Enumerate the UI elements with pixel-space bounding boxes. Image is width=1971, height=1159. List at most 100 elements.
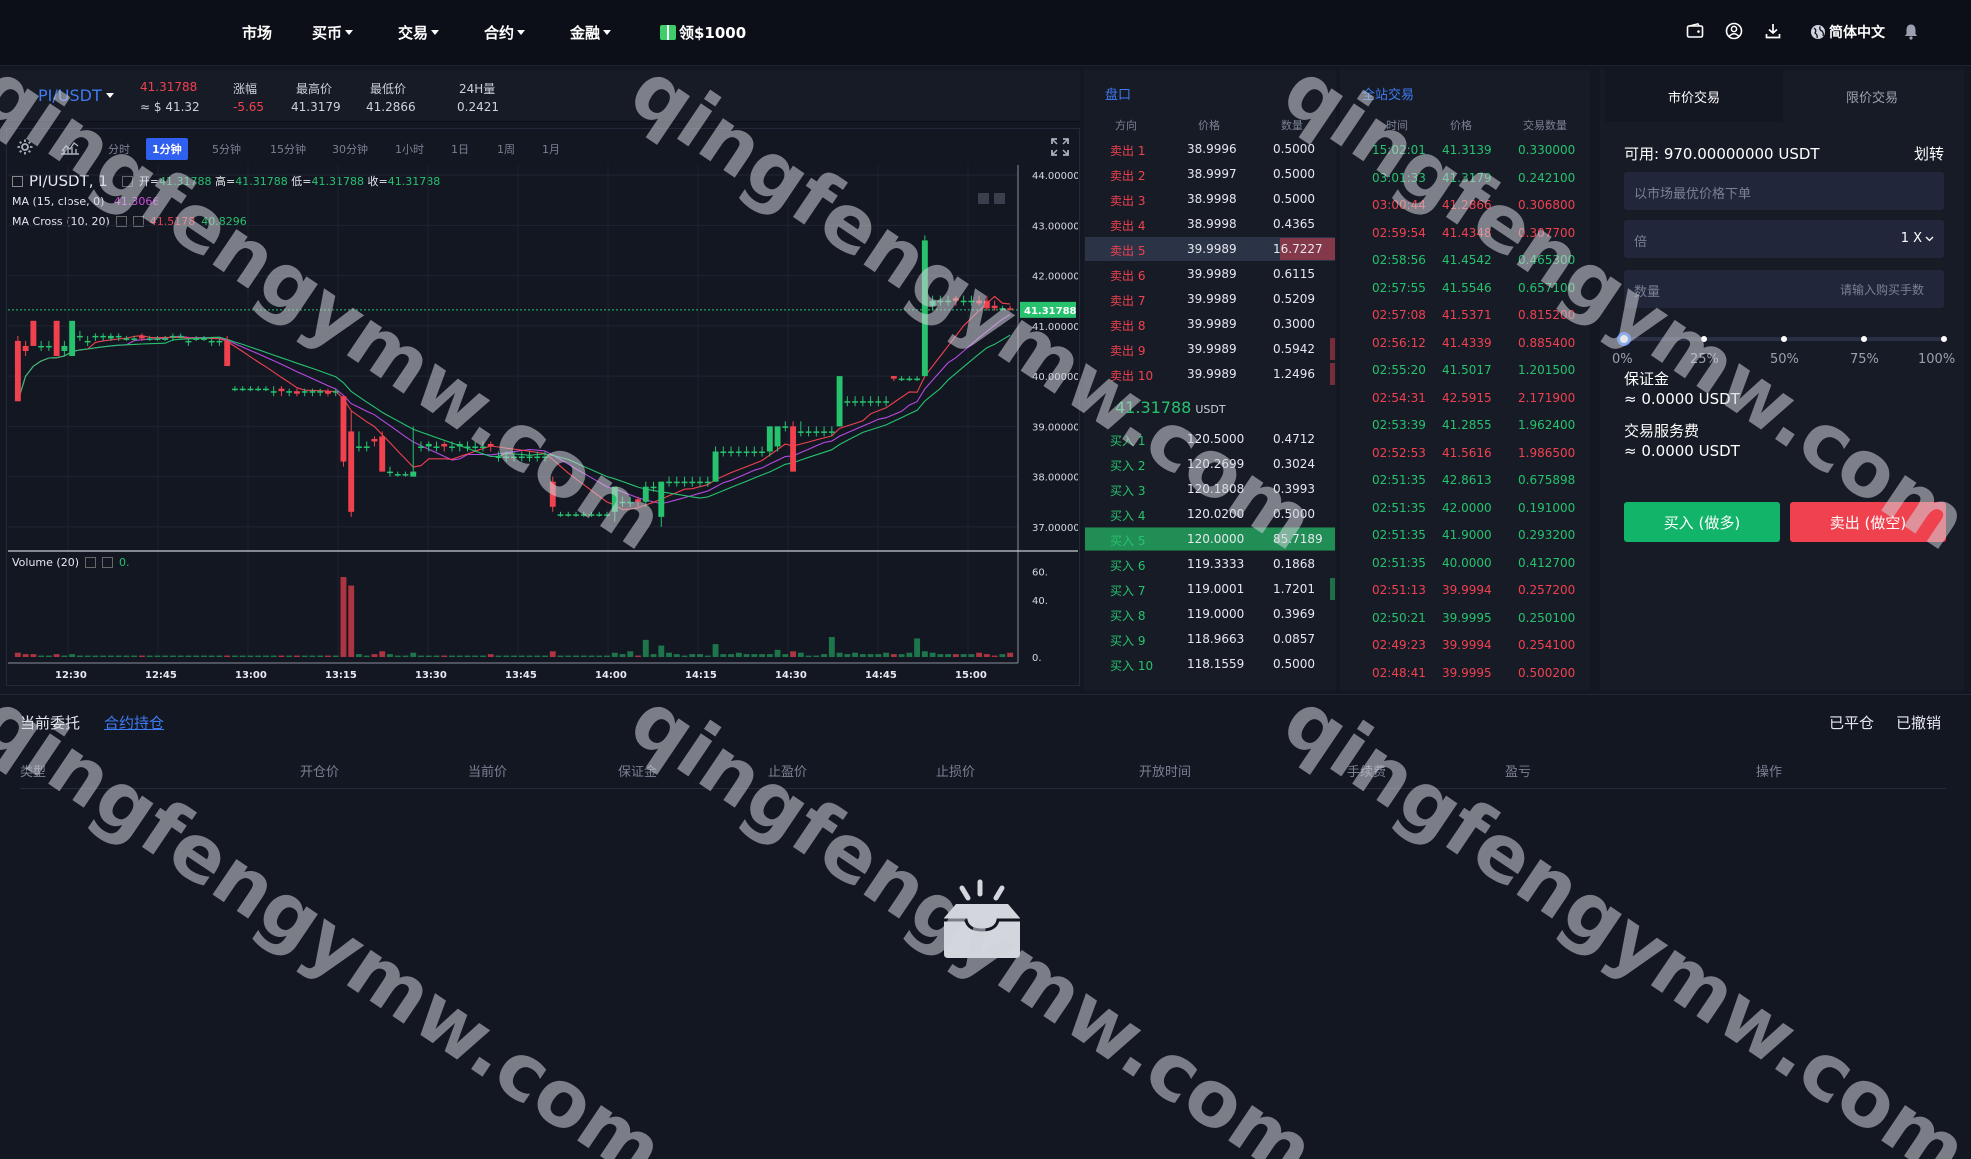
col-take-profit: 止盈价 [768, 765, 808, 780]
candle-body [689, 481, 696, 484]
tab-current-orders[interactable]: 当前委托 [20, 712, 80, 733]
slider-mark-25pct[interactable] [1701, 336, 1707, 342]
bid-row[interactable]: 买入 4 120.0200 0.5000 [1085, 502, 1335, 526]
download-icon[interactable] [1764, 22, 1782, 40]
bid-row[interactable]: 买入 10 118.1559 0.5000 [1085, 652, 1335, 676]
trade-time: 02:51:35 [1372, 500, 1426, 515]
trade-qty: 0.191000 [1518, 500, 1576, 515]
volume-bar [805, 655, 812, 657]
ask-row[interactable]: 卖出 8 39.9989 0.3000 [1085, 312, 1335, 336]
volume-bar [929, 652, 936, 657]
volume-bar [76, 655, 83, 657]
orderbook-qty: 0.1868 [1273, 557, 1315, 571]
timeframe-1hour[interactable]: 1小时 [389, 138, 430, 160]
orderbook-qty: 0.5000 [1273, 192, 1315, 206]
price-input[interactable]: 以市场最优价格下单 [1624, 172, 1944, 210]
wallet-icon[interactable] [1686, 22, 1704, 40]
bid-row[interactable]: 买入 2 120.2699 0.3024 [1085, 452, 1335, 476]
trade-qty: 2.171900 [1518, 390, 1576, 405]
candle-body [914, 378, 921, 381]
candle-body [681, 481, 688, 484]
pair-selector[interactable]: PI/USDT [38, 86, 114, 105]
col-pnl: 盈亏 [1505, 765, 1532, 780]
fullscreen-icon[interactable] [1050, 137, 1070, 161]
nav-market[interactable]: 市场 [242, 22, 272, 43]
timeframe-1week[interactable]: 1周 [491, 138, 521, 160]
candle-body [115, 335, 122, 338]
bid-row[interactable]: 买入 9 118.9663 0.0857 [1085, 627, 1335, 651]
ask-row[interactable]: 卖出 6 39.9989 0.6115 [1085, 262, 1335, 286]
sell-short-button[interactable]: 卖出 (做空) [1790, 502, 1946, 542]
candlestick-chart[interactable]: 44.00000 43.00000 42.00000 41.00000 40.00000… [8, 165, 1078, 685]
chart-settings-icon[interactable] [16, 138, 34, 160]
candle-body [185, 340, 192, 343]
trades-title[interactable]: 全站交易 [1362, 84, 1414, 103]
tab-contract-positions[interactable]: 合约持仓 [104, 712, 164, 733]
nav-trade[interactable]: 交易 [398, 22, 440, 43]
slider-mark-75pct[interactable] [1861, 336, 1867, 342]
ask-row[interactable]: 卖出 4 38.9998 0.4365 [1085, 212, 1335, 236]
trade-qty: 0.307700 [1518, 225, 1576, 240]
ask-row[interactable]: 卖出 7 39.9989 0.5209 [1085, 287, 1335, 311]
timeframe-5min[interactable]: 5分钟 [206, 138, 247, 160]
volume-bar [185, 655, 192, 657]
bid-row[interactable]: 买入 3 120.1808 0.3993 [1085, 477, 1335, 501]
orderbook-title[interactable]: 盘口 [1105, 84, 1131, 103]
orderbook-qty: 0.3969 [1273, 607, 1315, 621]
buy-long-button[interactable]: 买入 (做多) [1624, 502, 1780, 542]
leverage-select[interactable]: 倍 1 X [1624, 220, 1944, 258]
ask-row[interactable]: 卖出 9 39.9989 0.5942 [1085, 337, 1335, 361]
timeframe-15min[interactable]: 15分钟 [264, 138, 312, 160]
bid-row[interactable]: 买入 1 120.5000 0.4712 [1085, 427, 1335, 451]
tab-cancelled-orders[interactable]: 已撤销 [1896, 712, 1941, 733]
candle-body [286, 391, 293, 393]
trade-price: 41.4542 [1442, 253, 1492, 267]
ask-row[interactable]: 卖出 2 38.9997 0.5000 [1085, 162, 1335, 186]
y-tick-label: 40.00000 [1032, 372, 1078, 383]
tab-market-order[interactable]: 市价交易 [1605, 70, 1783, 122]
trade-time: 02:57:55 [1372, 280, 1426, 295]
bell-icon[interactable] [1902, 22, 1920, 40]
bid-row[interactable]: 买入 6 119.3333 0.1868 [1085, 552, 1335, 576]
trade-row: 02:53:39 41.2855 1.962400 [1342, 412, 1590, 439]
trade-time: 03:01:33 [1372, 170, 1426, 185]
ask-row[interactable]: 卖出 3 38.9998 0.5000 [1085, 187, 1335, 211]
bid-row[interactable]: 买入 7 119.0001 1.7201 [1085, 577, 1335, 601]
trade-row: 02:51:35 40.0000 0.412700 [1342, 550, 1590, 577]
depth-bar [1330, 363, 1335, 385]
x-tick-label: 12:45 [145, 670, 177, 681]
nav-buy-coin[interactable]: 买币 [312, 22, 354, 43]
orderbook-price: 118.9663 [1187, 632, 1245, 646]
bid-row[interactable]: 买入 5 120.0000 85.7189 [1085, 527, 1335, 551]
user-icon[interactable] [1725, 22, 1743, 40]
tab-closed-positions[interactable]: 已平仓 [1829, 712, 1874, 733]
language-selector[interactable]: 简体中文 [1810, 22, 1885, 42]
timeframe-1month[interactable]: 1月 [536, 138, 566, 160]
nav-bonus[interactable]: 领$1000 [660, 22, 746, 43]
timeframe-realtime[interactable]: 分时 [102, 138, 136, 160]
transfer-link[interactable]: 划转 [1914, 143, 1944, 164]
bid-row[interactable]: 买入 8 119.0000 0.3969 [1085, 602, 1335, 626]
candle-body [177, 335, 184, 338]
timeframe-1day[interactable]: 1日 [445, 138, 475, 160]
candle-body [573, 514, 579, 516]
volume-bar [224, 655, 231, 657]
indicators-icon[interactable] [60, 139, 80, 159]
orderbook-qty: 85.7189 [1273, 532, 1323, 546]
slider-mark-50pct[interactable] [1781, 336, 1787, 342]
slider-mark-0pct[interactable] [1617, 332, 1631, 346]
tab-limit-order[interactable]: 限价交易 [1783, 70, 1961, 122]
col-open-time: 开放时间 [1139, 765, 1192, 780]
nav-finance[interactable]: 金融 [570, 22, 612, 43]
timeframe-30min[interactable]: 30分钟 [326, 138, 374, 160]
slider-mark-100pct[interactable] [1941, 336, 1947, 342]
timeframe-1min[interactable]: 1分钟 [146, 138, 188, 160]
candle-body [495, 456, 502, 459]
ask-row[interactable]: 卖出 10 39.9989 1.2496 [1085, 362, 1335, 386]
quantity-input[interactable]: 数量 请输入购买手数 [1624, 270, 1944, 308]
candle-body [526, 456, 533, 459]
ask-row[interactable]: 卖出 5 39.9989 16.7227 [1085, 237, 1335, 261]
nav-contract[interactable]: 合约 [484, 22, 526, 43]
ask-row[interactable]: 卖出 1 38.9996 0.5000 [1085, 137, 1335, 161]
x-tick-label: 13:45 [505, 670, 537, 681]
